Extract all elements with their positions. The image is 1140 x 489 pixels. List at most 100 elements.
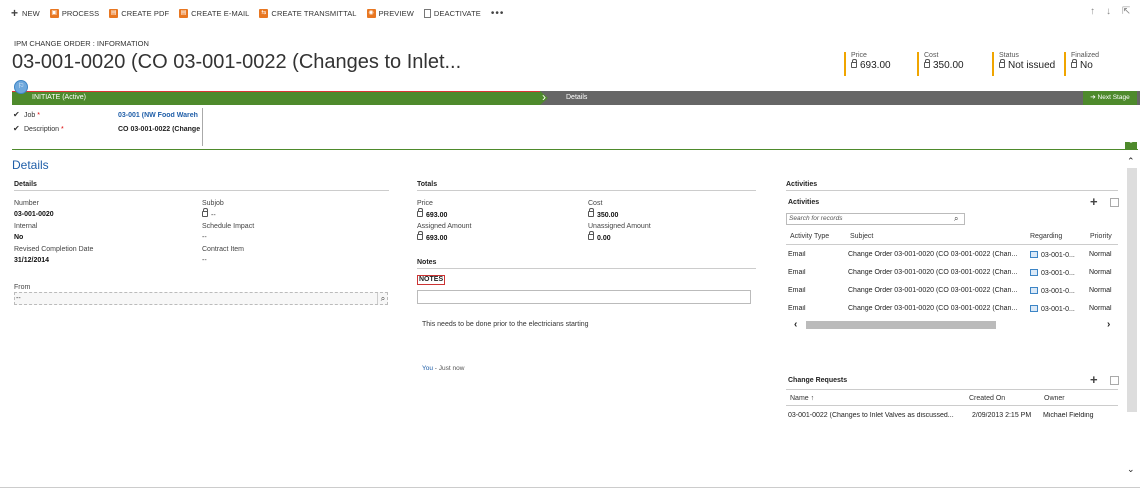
table-row-type[interactable]: Email — [788, 251, 806, 258]
table-row-regarding[interactable]: 03-001-0... — [1030, 287, 1088, 295]
collapse-process-button[interactable]: ⌃ — [1125, 142, 1137, 149]
lock-icon — [417, 208, 423, 217]
lock-icon — [1071, 59, 1077, 68]
arrow-down-icon[interactable]: ↓ — [1106, 6, 1111, 17]
create-transmittal-button[interactable]: ⇆ CREATE TRANSMITTAL — [259, 8, 356, 18]
change-requests-title: Change Requests — [788, 377, 848, 384]
table-row-priority[interactable]: Normal — [1089, 269, 1112, 276]
assigned-amount-field: 693.00 — [417, 231, 447, 242]
column-header-subject[interactable]: Subject — [850, 233, 873, 240]
entity-type-label: IPM CHANGE ORDER : INFORMATION — [14, 39, 149, 48]
scroll-up-icon[interactable]: ⌃ — [1127, 156, 1135, 167]
column-header-created-on[interactable]: Created On — [969, 395, 1005, 402]
arrow-right-icon: ➔ — [1090, 94, 1098, 101]
table-row-priority[interactable]: Normal — [1089, 251, 1112, 258]
header-field-price: Price 693.00 — [844, 52, 891, 76]
grid-view-icon[interactable] — [1110, 376, 1119, 385]
arrow-up-icon[interactable]: ↑ — [1090, 6, 1095, 17]
email-icon: ▤ — [179, 8, 189, 18]
flag-icon[interactable]: ⚐ — [14, 80, 28, 94]
expand-icon[interactable]: ⇱ — [1122, 6, 1130, 17]
note-author-link[interactable]: You — [422, 365, 433, 372]
from-label: From — [14, 284, 31, 291]
search-icon[interactable]: ⌕ — [377, 293, 388, 304]
add-activity-button[interactable]: + — [1090, 194, 1098, 209]
table-row-regarding[interactable]: 03-001-0... — [1030, 305, 1088, 313]
column-header-owner[interactable]: Owner — [1044, 395, 1065, 402]
stage-details-label[interactable]: Details — [566, 94, 587, 101]
stage-initiate[interactable] — [12, 91, 540, 105]
divider — [417, 190, 756, 191]
table-row-regarding[interactable]: 03-001-0... — [1030, 269, 1088, 277]
table-row-subject[interactable]: Change Order 03-001-0020 (CO 03-001-0022… — [848, 269, 1023, 276]
scroll-down-icon[interactable]: ⌄ — [1127, 464, 1135, 475]
column-header-name[interactable]: Name ↑ — [790, 395, 814, 402]
note-meta: You - Just now — [422, 365, 465, 372]
preview-button[interactable]: ◉ PREVIEW — [366, 8, 414, 18]
check-icon: ✔ — [13, 110, 20, 119]
from-lookup-input[interactable] — [14, 292, 388, 305]
cost-label: Cost — [588, 200, 603, 207]
table-row-subject[interactable]: Change Order 03-001-0020 (CO 03-001-0022… — [848, 251, 1023, 258]
add-change-request-button[interactable]: + — [1090, 372, 1098, 387]
price-label: Price — [417, 200, 433, 207]
cost-field: 350.00 — [588, 208, 618, 219]
more-commands-button[interactable]: ••• — [491, 8, 505, 19]
internal-field[interactable]: No — [14, 234, 23, 241]
create-pdf-button[interactable]: ▤ CREATE PDF — [109, 8, 169, 18]
table-row-subject[interactable]: Change Order 03-001-0020 (CO 03-001-0022… — [848, 305, 1023, 312]
job-lookup-link[interactable]: 03-001 (NW Food Wareh — [118, 112, 202, 119]
vertical-scrollbar[interactable] — [1127, 168, 1137, 412]
table-row-name[interactable]: 03-001-0022 (Changes to Inlet Valves as … — [788, 412, 964, 419]
activities-section-title: Activities — [786, 181, 818, 188]
new-button[interactable]: + NEW — [10, 7, 40, 19]
note-input[interactable] — [417, 290, 751, 304]
scrollbar-thumb[interactable] — [806, 321, 996, 329]
column-header-regarding[interactable]: Regarding — [1030, 233, 1062, 240]
table-row-owner[interactable]: Michael Fielding — [1043, 412, 1094, 419]
table-row-priority[interactable]: Normal — [1089, 287, 1112, 294]
schedule-impact-field[interactable]: -- — [202, 234, 207, 241]
table-row-type[interactable]: Email — [788, 305, 806, 312]
from-value: -- — [16, 295, 21, 302]
chevron-left-icon[interactable]: ‹ — [794, 319, 797, 330]
check-icon: ✔ — [13, 124, 20, 133]
table-row-regarding[interactable]: 03-001-0... — [1030, 251, 1088, 259]
chevron-right-icon[interactable]: › — [1107, 319, 1110, 330]
table-row-subject[interactable]: Change Order 03-001-0020 (CO 03-001-0022… — [848, 287, 1023, 294]
table-row-type[interactable]: Email — [788, 269, 806, 276]
notes-section-title: Notes — [417, 259, 437, 266]
create-email-button[interactable]: ▤ CREATE E-MAIL — [179, 8, 249, 18]
table-row-created-on[interactable]: 2/09/2013 2:15 PM — [972, 412, 1031, 419]
record-icon — [1030, 287, 1038, 294]
lock-icon — [202, 208, 208, 217]
unassigned-amount-label: Unassigned Amount — [588, 223, 651, 230]
description-label: Description * — [24, 126, 64, 133]
grid-view-icon[interactable] — [1110, 198, 1119, 207]
revised-date-field[interactable]: 31/12/2014 — [14, 257, 49, 264]
search-icon[interactable]: ⌕ — [954, 214, 958, 224]
tab-notes[interactable]: NOTES — [417, 275, 446, 285]
details-section-title: Details — [14, 181, 37, 188]
footer-divider — [0, 487, 1140, 488]
column-header-priority[interactable]: Priority — [1090, 233, 1112, 240]
process-button[interactable]: ▣ PROCESS — [49, 8, 99, 18]
process-divider — [12, 149, 1138, 150]
required-icon: * — [35, 112, 40, 119]
header-field-finalized: Finalized No — [1064, 52, 1099, 76]
next-stage-button[interactable]: ➔ Next Stage — [1083, 91, 1137, 105]
page-title: 03-001-0020 (CO 03-001-0022 (Changes to … — [12, 51, 462, 73]
column-header-activity-type[interactable]: Activity Type — [790, 233, 829, 240]
table-row-type[interactable]: Email — [788, 287, 806, 294]
divider — [786, 244, 1118, 245]
divider — [786, 405, 1118, 406]
description-field[interactable]: CO 03-001-0022 (Change — [118, 126, 202, 133]
deactivate-button[interactable]: DEACTIVATE — [423, 8, 481, 18]
subjob-field[interactable]: -- — [202, 208, 216, 219]
contract-item-field[interactable]: -- — [202, 257, 207, 264]
table-row-priority[interactable]: Normal — [1089, 305, 1112, 312]
transmittal-icon: ⇆ — [259, 8, 269, 18]
divider — [14, 190, 389, 191]
assigned-amount-label: Assigned Amount — [417, 223, 472, 230]
number-field[interactable]: 03-001-0020 — [14, 211, 54, 218]
